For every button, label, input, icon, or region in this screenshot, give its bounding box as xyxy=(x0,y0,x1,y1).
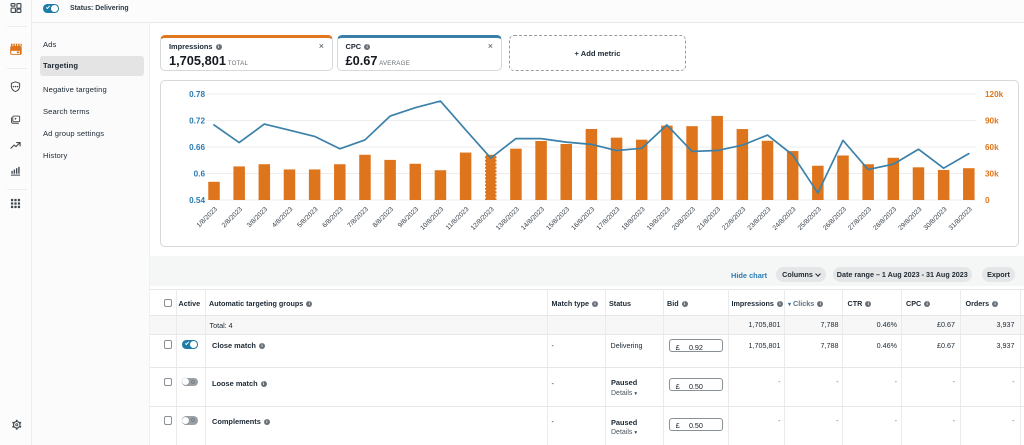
svg-text:9/8/2023: 9/8/2023 xyxy=(397,206,421,230)
svg-text:3/8/2023: 3/8/2023 xyxy=(246,206,270,230)
svg-text:0.66: 0.66 xyxy=(189,143,205,152)
svg-text:24/8/2023: 24/8/2023 xyxy=(772,206,798,232)
svg-text:120k: 120k xyxy=(985,90,1004,99)
svg-text:90k: 90k xyxy=(985,116,999,125)
svg-text:20/8/2023: 20/8/2023 xyxy=(671,206,697,232)
svg-text:60k: 60k xyxy=(985,143,999,152)
svg-text:17/8/2023: 17/8/2023 xyxy=(595,206,621,232)
svg-text:31/8/2023: 31/8/2023 xyxy=(948,206,974,232)
svg-text:30/8/2023: 30/8/2023 xyxy=(923,206,949,232)
svg-text:13/8/2023: 13/8/2023 xyxy=(495,206,521,232)
svg-text:29/8/2023: 29/8/2023 xyxy=(897,206,923,232)
svg-text:15/8/2023: 15/8/2023 xyxy=(545,206,571,232)
svg-text:19/8/2023: 19/8/2023 xyxy=(646,206,672,232)
svg-text:25/8/2023: 25/8/2023 xyxy=(797,206,823,232)
svg-text:26/8/2023: 26/8/2023 xyxy=(822,206,848,232)
svg-text:27/8/2023: 27/8/2023 xyxy=(847,206,873,232)
svg-text:6/8/2023: 6/8/2023 xyxy=(321,206,345,230)
svg-text:16/8/2023: 16/8/2023 xyxy=(570,206,596,232)
svg-text:0.78: 0.78 xyxy=(189,90,205,99)
svg-text:28/8/2023: 28/8/2023 xyxy=(872,206,898,232)
svg-text:10/8/2023: 10/8/2023 xyxy=(419,206,445,232)
svg-text:2/8/2023: 2/8/2023 xyxy=(221,206,245,230)
svg-text:4/8/2023: 4/8/2023 xyxy=(271,206,295,230)
svg-text:0.6: 0.6 xyxy=(194,169,206,178)
svg-text:11/8/2023: 11/8/2023 xyxy=(445,206,471,232)
svg-text:18/8/2023: 18/8/2023 xyxy=(621,206,647,232)
svg-text:1/8/2023: 1/8/2023 xyxy=(196,206,220,230)
svg-text:22/8/2023: 22/8/2023 xyxy=(721,206,747,232)
svg-text:23/8/2023: 23/8/2023 xyxy=(746,206,772,232)
svg-text:0.54: 0.54 xyxy=(189,196,205,205)
svg-text:0.72: 0.72 xyxy=(189,116,205,125)
svg-text:21/8/2023: 21/8/2023 xyxy=(696,206,722,232)
svg-text:30k: 30k xyxy=(985,169,999,178)
svg-text:0: 0 xyxy=(985,196,990,205)
svg-text:14/8/2023: 14/8/2023 xyxy=(520,206,546,232)
svg-text:12/8/2023: 12/8/2023 xyxy=(470,206,496,232)
svg-text:5/8/2023: 5/8/2023 xyxy=(296,206,320,230)
svg-text:8/8/2023: 8/8/2023 xyxy=(372,206,396,230)
svg-text:7/8/2023: 7/8/2023 xyxy=(347,206,371,230)
